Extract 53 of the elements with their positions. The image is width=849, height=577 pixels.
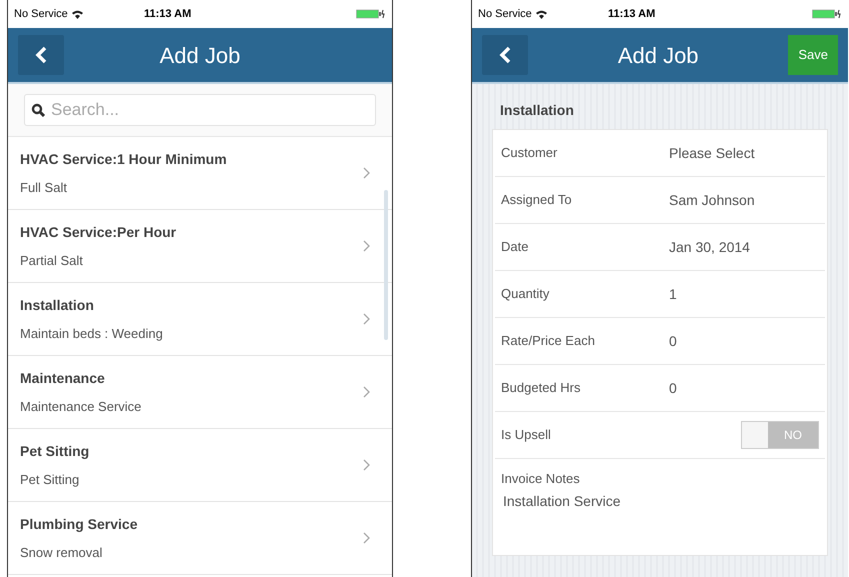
chevron-right-icon [363, 386, 370, 398]
item-title: Maintenance [20, 368, 106, 388]
chevron-right-icon [363, 532, 370, 544]
field-value[interactable]: Please Select [669, 142, 755, 164]
field-value[interactable]: Jan 30, 2014 [669, 236, 750, 258]
wifi-icon [72, 10, 83, 18]
nav-title: Add Job [616, 42, 700, 70]
chevron-right-icon [363, 459, 370, 471]
item-subtitle: Full Salt [20, 178, 68, 197]
section-header: Installation [499, 101, 575, 120]
nav-title: Add Job [158, 42, 242, 70]
item-title: Plumbing Service [20, 514, 138, 534]
chevron-right-icon [363, 240, 370, 252]
field-label: Rate/Price Each [501, 332, 596, 350]
item-title: HVAC Service:1 Hour Minimum [20, 150, 228, 169]
field-label: Date [501, 238, 530, 256]
search-icon [31, 103, 45, 117]
field-value[interactable]: 0 [669, 378, 677, 398]
field-label: Invoice Notes [501, 470, 581, 488]
item-subtitle: Snow removal [20, 544, 104, 562]
clock-label: 11:13 AM [608, 6, 656, 22]
search-field[interactable]: Search... [24, 94, 376, 126]
chevron-left-icon [499, 46, 511, 64]
item-title: Installation [20, 296, 95, 315]
item-title: HVAC Service:Per Hour [20, 222, 178, 242]
carrier-label: No Service [478, 6, 532, 22]
list-item[interactable]: Pet Sitting Pet Sitting [8, 429, 392, 502]
field-label: Customer [501, 144, 558, 162]
chevron-right-icon [363, 313, 370, 325]
chevron-right-icon [363, 167, 370, 179]
wifi-icon [536, 10, 547, 18]
clock-label: 11:13 AM [144, 6, 192, 22]
item-subtitle: Pet Sitting [20, 470, 80, 489]
battery-icon [356, 9, 386, 19]
back-button[interactable] [18, 35, 64, 75]
field-label: Assigned To [501, 191, 573, 210]
field-value[interactable]: 1 [669, 284, 677, 304]
field-label: Is Upsell [501, 426, 552, 444]
item-subtitle: Partial Salt [20, 252, 84, 270]
list-item[interactable]: Plumbing Service Snow removal [8, 502, 392, 575]
field-value[interactable]: Sam Johnson [669, 190, 755, 210]
list-item[interactable]: Maintenance Maintenance Service [8, 356, 392, 429]
back-button[interactable] [482, 35, 528, 75]
notes-value[interactable]: Installation Service [501, 490, 819, 512]
item-title: Pet Sitting [20, 442, 90, 461]
item-subtitle: Maintain beds : Weeding [20, 324, 164, 343]
chevron-left-icon [35, 46, 47, 64]
field-label: Quantity [501, 285, 550, 304]
field-value[interactable]: 0 [669, 330, 677, 352]
field-label: Budgeted Hrs [501, 379, 582, 398]
item-subtitle: Maintenance Service [20, 398, 142, 416]
battery-icon [812, 9, 842, 19]
carrier-label: No Service [14, 6, 68, 22]
